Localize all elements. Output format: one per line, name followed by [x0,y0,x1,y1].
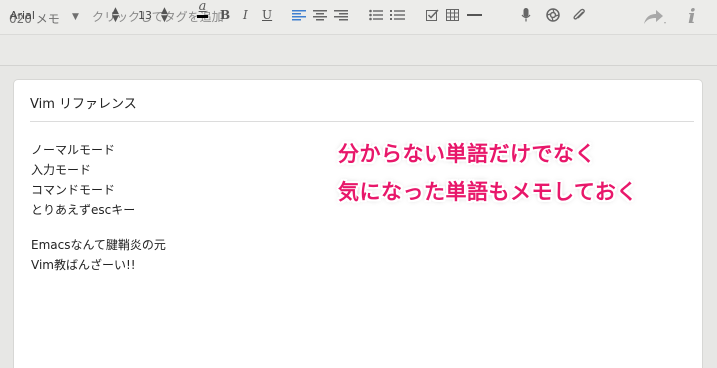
table-button[interactable] [446,0,459,30]
horizontal-rule-icon [467,14,482,16]
align-center-button[interactable] [313,0,327,30]
numbered-list-button[interactable] [390,0,405,30]
note-line[interactable]: コマンドモード [31,181,115,198]
title-divider [30,121,694,122]
paperclip-icon [573,8,585,20]
horizontal-rule-button[interactable] [467,0,482,30]
table-icon [446,9,459,21]
share-icon [644,10,666,24]
bulleted-list-icon [369,9,383,21]
note-line[interactable]: Emacsなんて腱鞘炎の元 [31,236,166,253]
underline-button[interactable]: U [262,0,272,30]
text-color-button[interactable]: a [197,0,208,30]
share-button[interactable] [641,7,669,27]
note-title[interactable]: Vim リファレンス [30,93,137,112]
align-right-button[interactable] [334,0,348,30]
numbered-list-icon [390,10,405,20]
camera-shutter-icon [546,8,560,22]
note-line[interactable]: ノーマルモード [31,141,115,158]
bold-button[interactable]: B [220,0,230,30]
font-family-select[interactable]: Arial [10,0,35,30]
note-editor[interactable] [14,80,702,368]
align-left-icon [292,10,306,21]
microphone-icon [521,8,531,22]
note-line[interactable]: 入力モード [31,161,91,178]
font-size-select[interactable]: 13 [138,0,152,30]
camera-button[interactable] [546,0,560,30]
note-line[interactable]: Vim教ばんざーい!! [31,256,136,273]
align-left-button[interactable] [292,0,306,30]
audio-record-button[interactable] [521,0,531,30]
align-center-icon [313,10,327,21]
checkbox-icon [426,9,439,21]
font-size-stepper-icon[interactable]: ▲ ▼ [161,0,168,30]
text-color-swatch [197,15,208,18]
attach-file-button[interactable] [572,0,586,30]
italic-button[interactable]: I [243,0,248,30]
info-icon[interactable]: i [688,4,696,28]
font-family-stepper-icon[interactable]: ▲ ▼ [112,0,119,30]
bulleted-list-button[interactable] [369,0,383,30]
annotation-caption-line-2: 気になった単語もメモしておく [338,180,638,204]
note-line[interactable]: とりあえずescキー [31,201,135,218]
checkbox-button[interactable] [426,0,439,30]
notebook-dropdown-icon[interactable]: ▼ [72,12,79,22]
align-right-icon [334,10,348,21]
annotation-caption-line-1: 分からない単語だけでなく [338,142,596,166]
formatting-toolbar [0,34,717,66]
text-color-icon: a [198,0,207,14]
